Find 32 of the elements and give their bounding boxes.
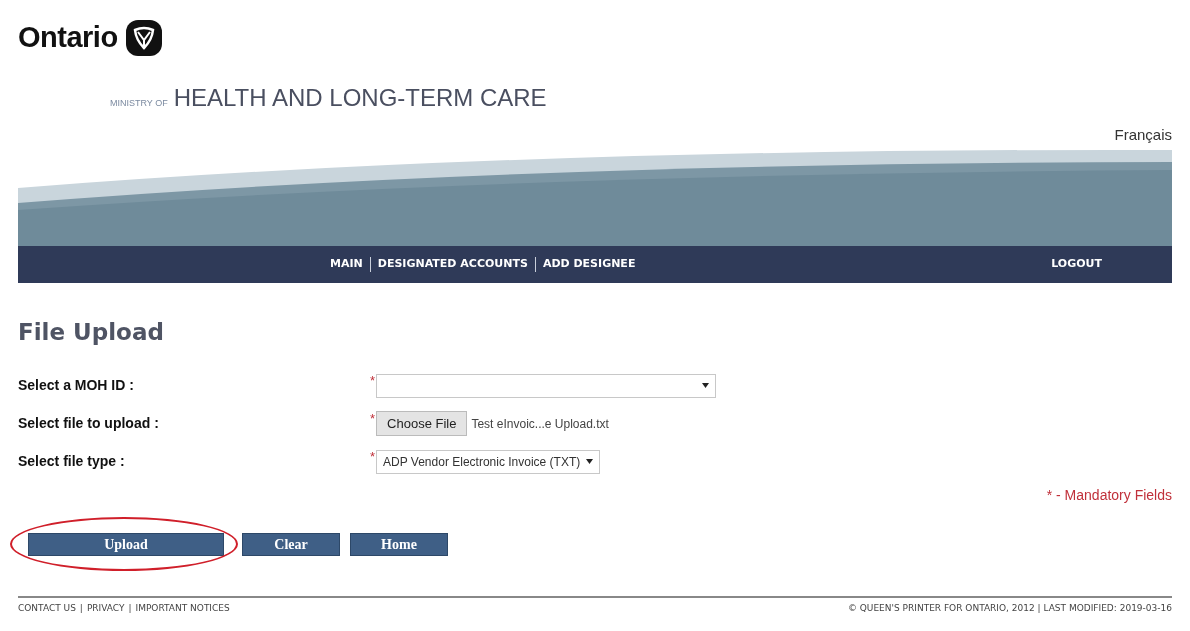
ministry-prefix: MINISTRY OF (110, 96, 168, 110)
mandatory-note: * - Mandatory Fields (1046, 485, 1172, 505)
nav-link[interactable]: DESIGNATED ACCOUNTS (377, 256, 528, 273)
nav-link[interactable]: LOGOUT (1051, 256, 1102, 273)
nav-link[interactable]: ADD DESIGNEE (542, 256, 636, 273)
choose-file-button[interactable]: Choose File (376, 410, 468, 437)
required-mark: * (370, 371, 376, 390)
field-label: Select file type : (18, 452, 126, 472)
language-link[interactable]: Français (1114, 123, 1172, 146)
page-title: File Upload (18, 319, 165, 347)
nav-link[interactable]: MAIN (330, 256, 363, 273)
action-button[interactable]: Clear (242, 532, 340, 556)
select-field[interactable]: ADP Vendor Electronic Invoice (TXT) (376, 449, 601, 474)
required-mark: * (370, 409, 376, 428)
required-mark: * (370, 447, 376, 466)
field-label: Select a MOH ID : (18, 376, 135, 396)
select-field[interactable] (376, 373, 717, 398)
field-label: Select file to upload : (18, 414, 160, 434)
copyright-text: © QUEEN'S PRINTER FOR ONTARIO, 2012 | LAST MODIFIED: 2019-03-16 (847, 602, 1172, 614)
action-button[interactable]: Home (350, 532, 448, 556)
trillium-logo-icon (125, 19, 162, 56)
file-name: Test eInvoic...e Upload.txt (471, 415, 609, 433)
caret-icon (586, 459, 594, 465)
footer-link[interactable]: IMPORTANT NOTICES (135, 602, 230, 614)
footer-separator: | (128, 602, 132, 614)
action-button[interactable]: Upload (28, 532, 224, 556)
caret-icon (702, 383, 710, 389)
ministry-name: HEALTH AND LONG-TERM CARE (173, 82, 547, 113)
footer-link[interactable]: CONTACT US (18, 602, 76, 614)
logo-text: Ontario (18, 20, 118, 55)
footer-link[interactable]: PRIVACY (86, 602, 125, 614)
footer-separator: | (79, 602, 83, 614)
